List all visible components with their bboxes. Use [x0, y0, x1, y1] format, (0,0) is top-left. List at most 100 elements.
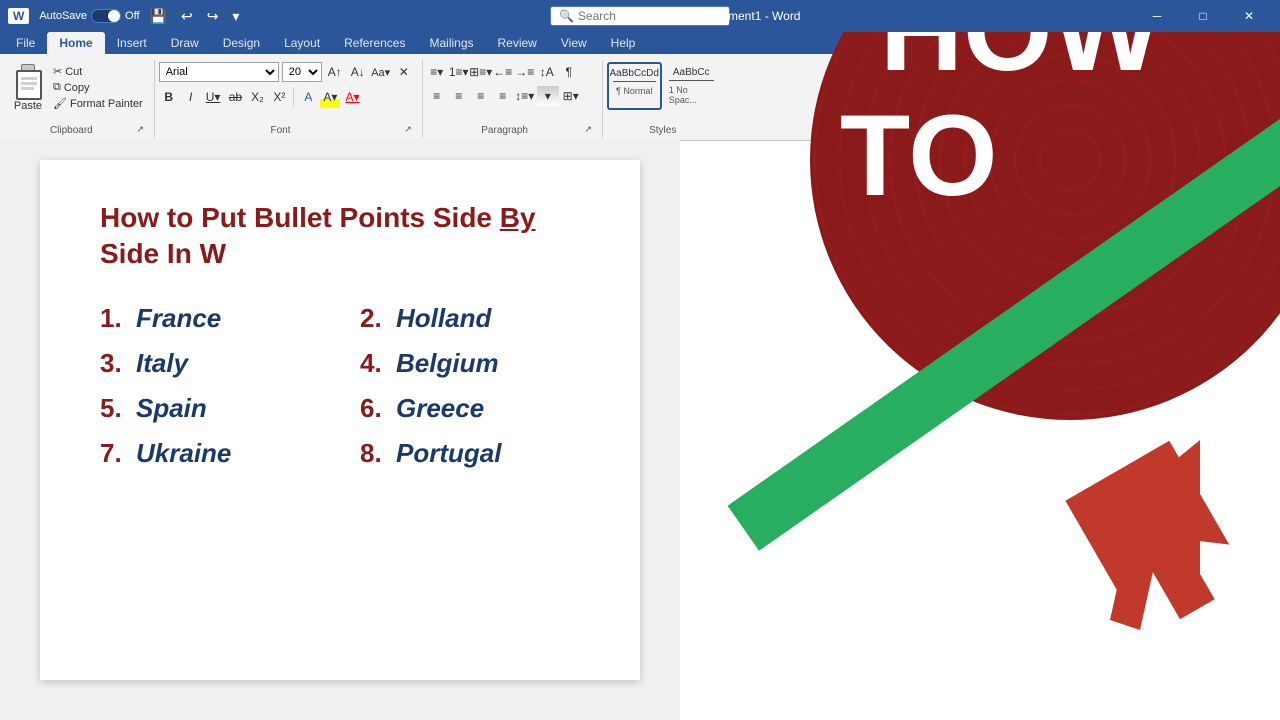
copy-label: Copy	[64, 82, 90, 94]
word-logo-icon: W	[8, 8, 29, 24]
autosave-toggle: AutoSave Off	[39, 9, 139, 23]
undo-icon[interactable]: ↩	[177, 6, 197, 27]
autosave-state: Off	[125, 10, 139, 22]
redo-icon[interactable]: ↪	[203, 6, 223, 27]
format-painter-label: Format Painter	[70, 98, 143, 110]
list-num-5: 5.	[100, 393, 136, 424]
tab-home[interactable]: Home	[47, 32, 104, 54]
font-color-button[interactable]: A▾	[342, 86, 362, 108]
decrease-indent-button[interactable]: ←≡	[493, 62, 513, 82]
style-normal[interactable]: AaBbCcDd ¶ Normal	[607, 62, 662, 110]
format-divider	[293, 87, 294, 107]
border-button[interactable]: ⊞▾	[561, 86, 581, 106]
align-center-button[interactable]: ≡	[449, 86, 469, 106]
multilevel-list-button[interactable]: ⊞≡▾	[471, 62, 491, 82]
tab-file[interactable]: File	[4, 32, 47, 54]
format-painter-icon: 🖌	[53, 97, 67, 110]
tab-help[interactable]: Help	[599, 32, 648, 54]
underline-by: By	[500, 202, 536, 233]
style-no-spacing[interactable]: AaBbCc 1 No Spac...	[664, 62, 719, 110]
list-item: 3. Italy	[100, 348, 320, 379]
subscript-button[interactable]: X₂	[247, 86, 267, 108]
list-item: 7. Ukraine	[100, 438, 320, 469]
style-normal-preview: AaBbCcDd	[609, 68, 658, 79]
save-icon[interactable]: 💾	[146, 6, 171, 27]
font-shrink-button[interactable]: A↓	[348, 62, 368, 82]
copy-button[interactable]: ⧉ Copy	[50, 80, 146, 95]
para-row-2: ≡ ≡ ≡ ≡ ↕≡▾ ▾ ⊞▾	[427, 86, 581, 106]
bold-button[interactable]: B	[159, 86, 179, 108]
bullet-list-button[interactable]: ≡▾	[427, 62, 447, 82]
search-icon: 🔍	[559, 9, 574, 23]
align-right-button[interactable]: ≡	[471, 86, 491, 106]
tab-layout[interactable]: Layout	[272, 32, 332, 54]
tab-view[interactable]: View	[549, 32, 599, 54]
line-spacing-button[interactable]: ↕≡▾	[515, 86, 535, 106]
tab-review[interactable]: Review	[486, 32, 549, 54]
list-text-3: Italy	[136, 348, 188, 379]
red-arrow-svg	[1020, 430, 1260, 690]
numbered-list-button[interactable]: 1≡▾	[449, 62, 469, 82]
styles-content: AaBbCcDd ¶ Normal AaBbCc 1 No Spac...	[607, 62, 719, 123]
tab-insert[interactable]: Insert	[105, 32, 159, 54]
font-grow-button[interactable]: A↑	[325, 62, 345, 82]
list-item: 1. France	[100, 303, 320, 334]
style-no-spacing-label: 1 No Spac...	[669, 85, 714, 105]
cut-icon: ✂	[53, 65, 62, 78]
para-expand-icon[interactable]: ↗	[583, 124, 594, 136]
close-button[interactable]: ✕	[1226, 0, 1272, 32]
text-effects-button[interactable]: A	[298, 86, 318, 108]
autosave-pill[interactable]	[91, 9, 121, 23]
list-num-7: 7.	[100, 438, 136, 469]
doc-page: How to Put Bullet Points Side By Side In…	[40, 160, 640, 680]
font-name-select[interactable]: Arial	[159, 62, 279, 82]
list-right: 2. Holland 4. Belgium 6. Greece 8. Portu…	[360, 303, 580, 483]
sort-button[interactable]: ↕A	[537, 62, 557, 82]
align-left-button[interactable]: ≡	[427, 86, 447, 106]
copy-icon: ⧉	[53, 81, 61, 94]
highlight-button[interactable]: A▾	[320, 86, 340, 108]
clipboard-content: Paste ✂ Cut ⧉ Copy 🖌 Format Painter	[8, 62, 146, 123]
underline-button[interactable]: U▾	[203, 86, 224, 108]
window-controls: ─ □ ✕	[1134, 0, 1272, 32]
clipboard-small-buttons: ✂ Cut ⧉ Copy 🖌 Format Painter	[50, 64, 146, 111]
autosave-label: AutoSave	[39, 10, 87, 22]
font-name-row: Arial 20 A↑ A↓ Aa▾ ✕	[159, 62, 414, 82]
strikethrough-button[interactable]: ab	[225, 86, 245, 108]
list-text-1: France	[136, 303, 221, 334]
doc-area: How to Put Bullet Points Side By Side In…	[0, 140, 680, 720]
list-num-8: 8.	[360, 438, 396, 469]
list-text-7: Ukraine	[136, 438, 231, 469]
list-text-6: Greece	[396, 393, 484, 424]
show-hide-button[interactable]: ¶	[559, 62, 579, 82]
styles-row: AaBbCcDd ¶ Normal AaBbCc 1 No Spac...	[607, 62, 719, 110]
customize-icon[interactable]: ▾	[228, 6, 243, 27]
ribbon-tabs: File Home Insert Draw Design Layout Refe…	[0, 32, 1280, 54]
font-content: Arial 20 A↑ A↓ Aa▾ ✕ B I U▾ ab X₂ X²	[159, 62, 414, 123]
maximize-button[interactable]: □	[1180, 0, 1226, 32]
tab-mailings[interactable]: Mailings	[417, 32, 485, 54]
increase-indent-button[interactable]: →≡	[515, 62, 535, 82]
font-size-select[interactable]: 20	[282, 62, 322, 82]
superscript-button[interactable]: X²	[269, 86, 289, 108]
tab-design[interactable]: Design	[211, 32, 272, 54]
list-num-4: 4.	[360, 348, 396, 379]
cut-button[interactable]: ✂ Cut	[50, 64, 146, 79]
font-group-label: Font	[159, 123, 403, 136]
change-case-button[interactable]: Aa▾	[371, 62, 391, 82]
list-item: 2. Holland	[360, 303, 580, 334]
green-stripe	[728, 104, 1280, 551]
lists-container: 1. France 3. Italy 5. Spain 7. Ukraine	[100, 303, 580, 483]
format-painter-button[interactable]: 🖌 Format Painter	[50, 96, 146, 111]
minimize-button[interactable]: ─	[1134, 0, 1180, 32]
justify-button[interactable]: ≡	[493, 86, 513, 106]
paste-button[interactable]: Paste	[8, 62, 48, 114]
tab-references[interactable]: References	[332, 32, 417, 54]
clipboard-expand-icon[interactable]: ↗	[135, 124, 146, 136]
font-expand-icon[interactable]: ↗	[402, 124, 413, 136]
tab-draw[interactable]: Draw	[159, 32, 211, 54]
clear-format-button[interactable]: ✕	[394, 62, 414, 82]
italic-button[interactable]: I	[181, 86, 201, 108]
format-row: B I U▾ ab X₂ X² A A▾ A▾	[159, 86, 363, 108]
shading-button[interactable]: ▾	[537, 86, 559, 106]
